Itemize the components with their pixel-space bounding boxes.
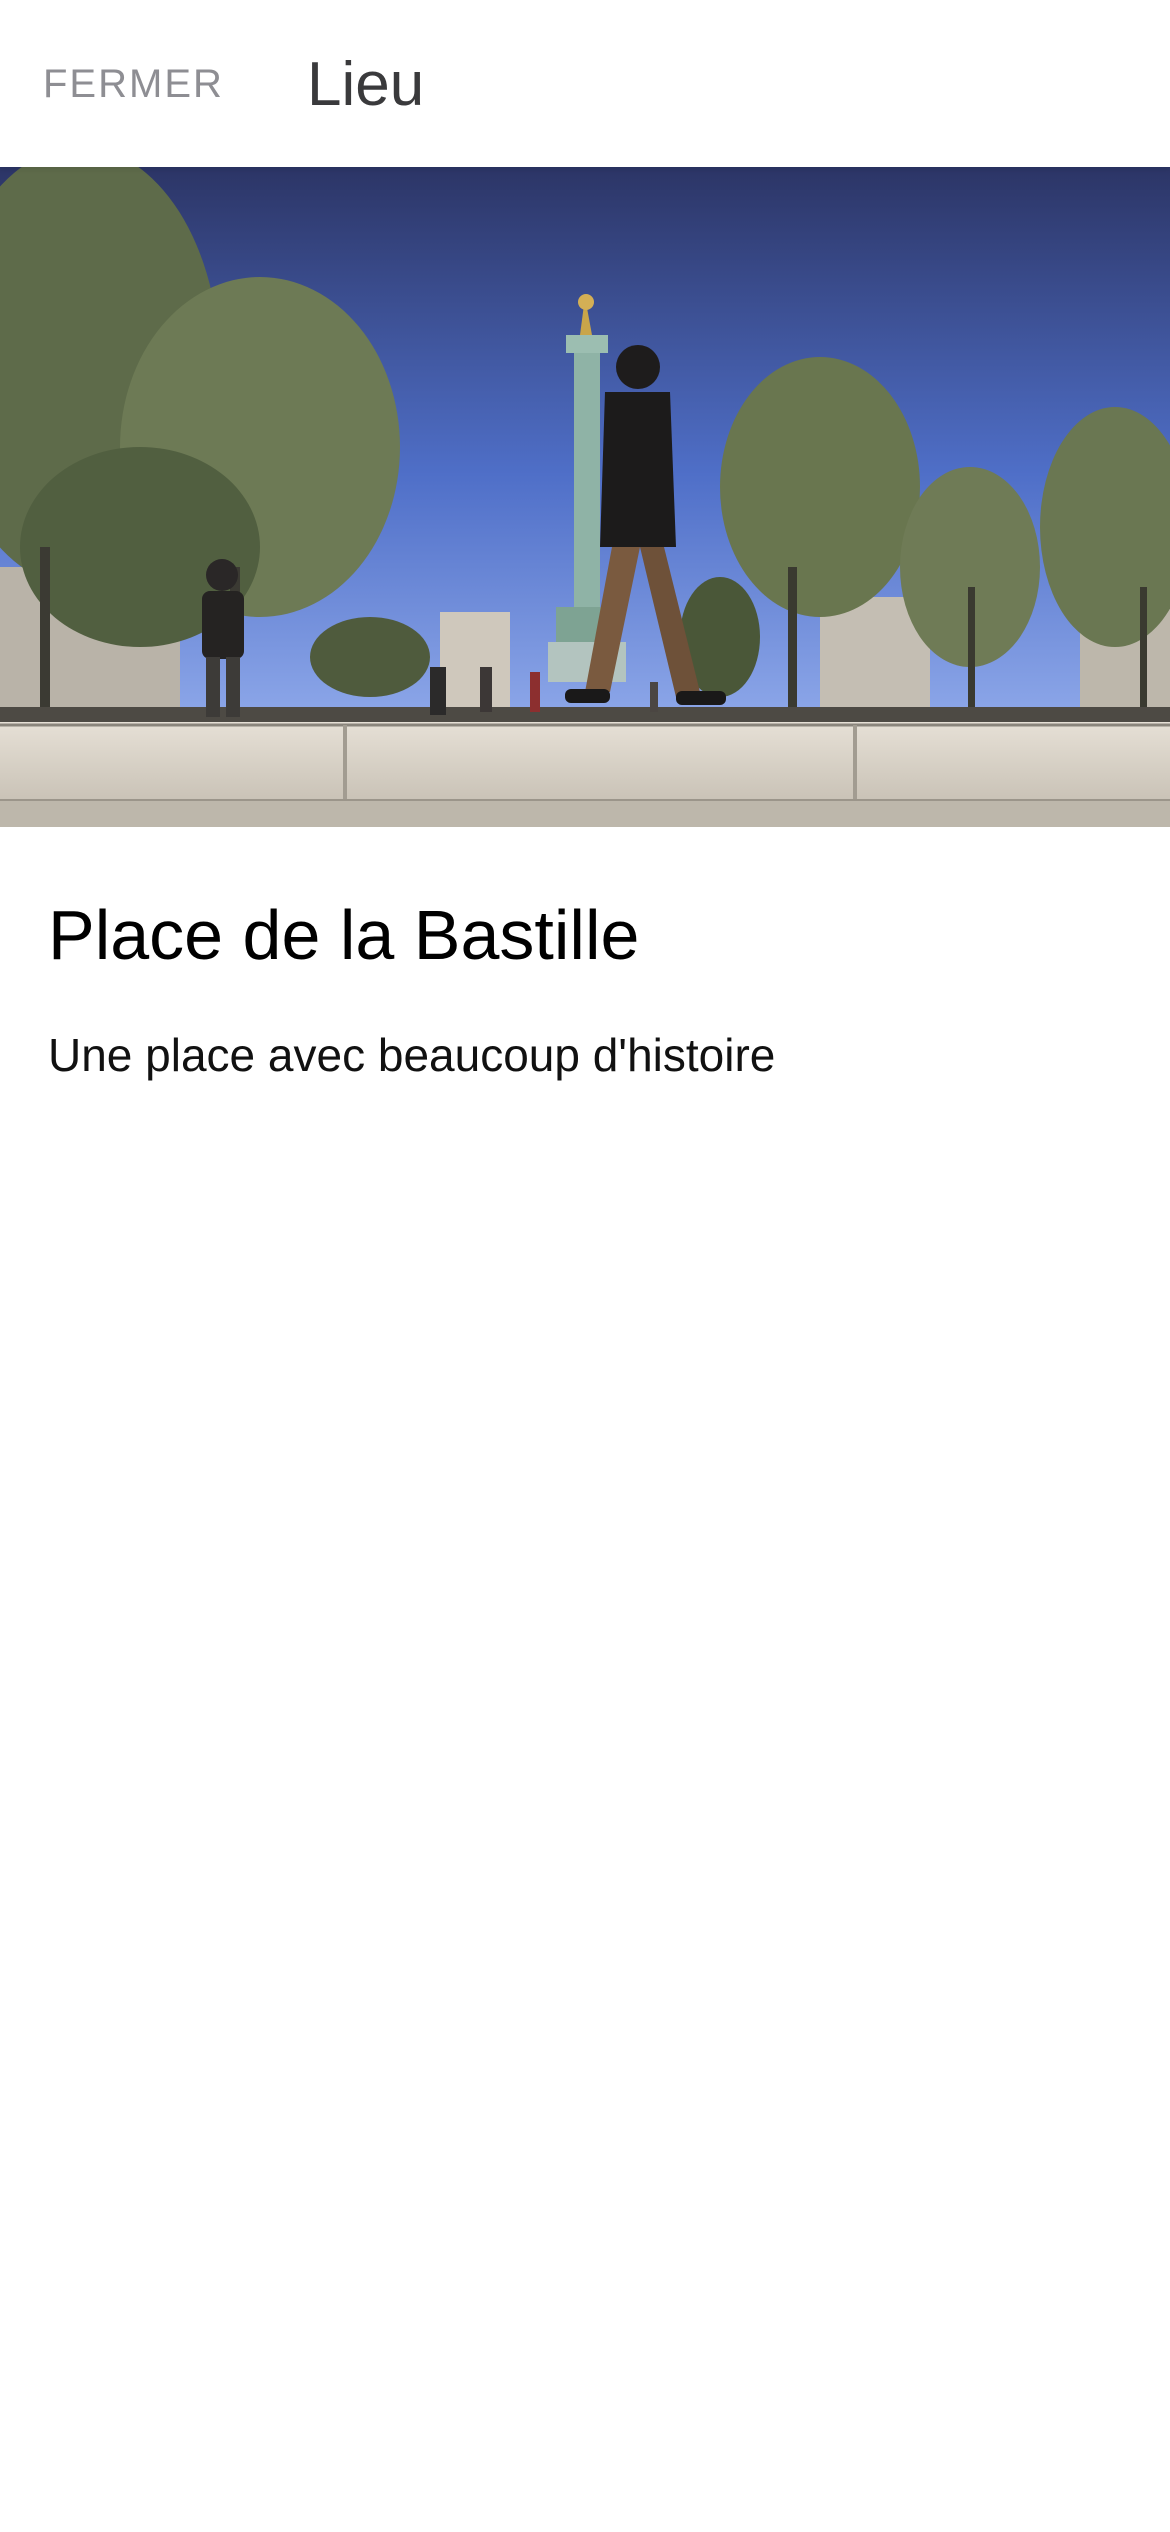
header-title: Lieu — [307, 50, 425, 119]
close-button[interactable]: FERMER — [43, 58, 224, 110]
place-title: Place de la Bastille — [48, 896, 640, 974]
app-header: FERMER Lieu — [0, 0, 1170, 167]
place-photo — [0, 167, 1170, 827]
place-description: Une place avec beaucoup d'histoire — [48, 1029, 776, 1081]
hero-image — [0, 167, 1170, 827]
place-detail-screen: FERMER Lieu Place de la Bastille Une pla… — [0, 0, 1170, 2532]
